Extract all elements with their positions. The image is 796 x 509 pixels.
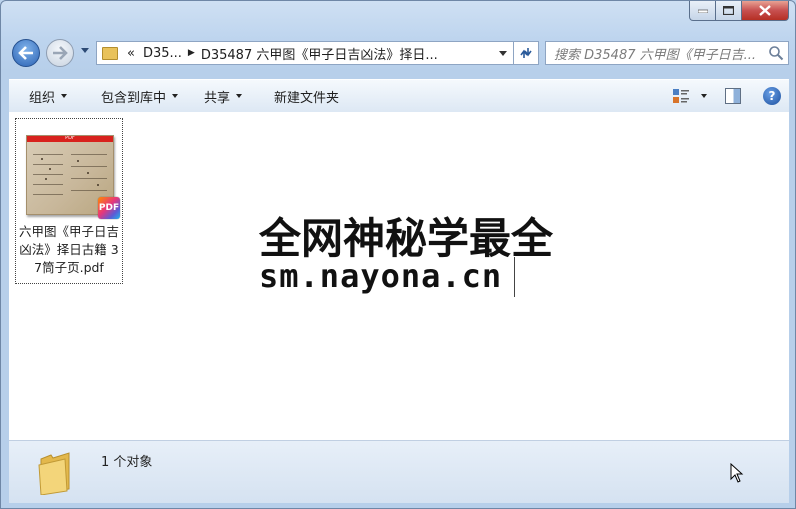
chevron-down-icon — [61, 94, 68, 98]
organize-label: 组织 — [29, 90, 56, 106]
minimize-button[interactable] — [689, 1, 716, 21]
new-folder-label: 新建文件夹 — [274, 90, 340, 106]
breadcrumb-item-current[interactable]: D35487 六甲图《甲子日吉凶法》择日... — [201, 44, 438, 63]
toolbar-right: ? — [673, 87, 789, 105]
recent-pages-dropdown[interactable] — [81, 48, 89, 53]
page-line — [33, 184, 63, 185]
search-icon[interactable] — [768, 45, 784, 61]
chevron-down-icon — [236, 94, 243, 98]
file-list-pane[interactable]: PDF PDF 六甲图《甲子日吉凶法》择日古籍 37筒子页.pdf 全网神秘学最… — [9, 112, 789, 440]
item-count: 1 个对象 — [101, 455, 153, 470]
maximize-button[interactable] — [716, 1, 742, 21]
back-button[interactable] — [12, 39, 40, 67]
watermark-overlay: 全网神秘学最全 sm.nayona.cn — [252, 201, 553, 311]
refresh-icon — [520, 48, 532, 58]
pdf-header-bar: PDF — [27, 136, 113, 142]
page-dot — [87, 172, 89, 174]
page-line — [71, 178, 107, 179]
breadcrumb-item[interactable]: D35... — [143, 46, 182, 61]
explorer-window: « D35... ▶ D35487 六甲图《甲子日吉凶法》择日... 搜索 D3… — [0, 0, 796, 509]
page-dot — [97, 184, 99, 186]
views-dropdown-icon[interactable] — [701, 94, 707, 98]
mouse-pointer-icon — [730, 463, 744, 483]
file-name: 六甲图《甲子日吉凶法》择日古籍 37筒子页.pdf — [18, 224, 119, 275]
close-icon — [759, 5, 771, 16]
page-line — [71, 166, 107, 167]
window-caption-buttons — [689, 1, 789, 21]
refresh-button[interactable] — [513, 41, 539, 65]
breadcrumb-arrow-icon[interactable]: ▶ — [188, 48, 195, 58]
search-placeholder: 搜索 D35487 六甲图《甲子日吉... — [554, 47, 757, 63]
page-line — [71, 190, 107, 191]
share-label: 共享 — [204, 90, 231, 106]
pdf-thumb-label: PDF — [65, 135, 75, 141]
page-line — [33, 164, 63, 165]
file-item[interactable]: PDF PDF 六甲图《甲子日吉凶法》择日古籍 37筒子页.pdf — [15, 118, 123, 284]
share-menu[interactable]: 共享 — [188, 83, 252, 109]
status-bar: 1 个对象 — [9, 440, 789, 503]
page-line — [33, 154, 63, 155]
pdf-thumbnail: PDF PDF — [24, 129, 120, 219]
folder-icon — [38, 452, 70, 495]
page-line — [33, 194, 63, 195]
command-bar: 组织 包含到库中 共享 新建文件夹 ? — [9, 79, 789, 113]
change-view-icon[interactable] — [673, 89, 689, 103]
include-in-library-label: 包含到库中 — [101, 90, 167, 106]
address-history-dropdown[interactable] — [499, 50, 507, 56]
maximize-icon — [723, 6, 734, 15]
preview-pane-icon[interactable] — [725, 88, 741, 104]
include-in-library-menu[interactable]: 包含到库中 — [77, 83, 188, 109]
chevron-down-icon — [172, 94, 179, 98]
new-folder-button[interactable]: 新建文件夹 — [252, 83, 349, 109]
page-line — [33, 174, 63, 175]
arrow-right-icon — [53, 46, 68, 60]
arrow-left-icon — [18, 46, 33, 60]
help-icon[interactable]: ? — [763, 87, 781, 105]
pdf-app-icon: PDF — [98, 197, 120, 219]
page-dot — [49, 168, 51, 170]
close-button[interactable] — [742, 1, 789, 21]
forward-button[interactable] — [46, 39, 74, 67]
organize-menu[interactable]: 组织 — [9, 83, 77, 109]
page-line — [71, 154, 107, 155]
page-dot — [41, 158, 43, 160]
page-dot — [77, 160, 79, 162]
address-overflow[interactable]: « — [127, 46, 135, 61]
watermark-url: sm.nayona.cn — [259, 257, 503, 295]
text-caret — [514, 257, 515, 297]
folder-icon — [102, 46, 118, 60]
minimize-icon — [697, 9, 708, 13]
page-dot — [45, 178, 47, 180]
search-input[interactable]: 搜索 D35487 六甲图《甲子日吉... — [545, 41, 789, 65]
address-bar[interactable]: « D35... ▶ D35487 六甲图《甲子日吉凶法》择日... — [96, 41, 514, 65]
